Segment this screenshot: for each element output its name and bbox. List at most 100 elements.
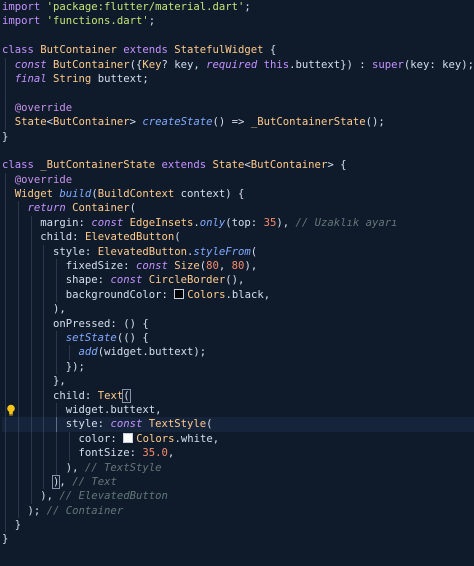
code-token: String [53, 72, 98, 85]
code-line[interactable]: }); [2, 359, 474, 375]
code-line[interactable]: ), // Text [2, 474, 474, 490]
indent-guide [5, 100, 6, 116]
indent-guide [5, 446, 6, 461]
indent-guide [5, 172, 6, 188]
code-line[interactable]: widget.buttext, [2, 402, 474, 418]
code-token: // Uzaklık ayarı [295, 216, 398, 229]
code-token: () { [123, 317, 149, 330]
code-token: 'package:flutter/material.dart' [46, 1, 245, 13]
code-token: // ElevatedButton [59, 490, 168, 503]
indent-guide [17, 287, 19, 303]
color-swatch-icon[interactable] [123, 432, 134, 443]
indent-guide [43, 388, 45, 403]
code-line[interactable] [2, 29, 474, 43]
indent-guide [56, 330, 58, 346]
code-line[interactable]: ), // ElevatedButton [2, 489, 474, 504]
indent-guide [5, 503, 6, 519]
code-line[interactable]: class _ButContainerState extends State<B… [2, 158, 474, 172]
indent-guide [17, 489, 19, 504]
indent-guide [43, 417, 45, 432]
code-token: styleFrom [193, 245, 251, 258]
code-token: ( [122, 388, 131, 403]
code-line[interactable]: add(widget.buttext); [2, 345, 474, 360]
code-line[interactable]: child: ElevatedButton( [2, 230, 474, 245]
code-token: ), [53, 303, 66, 316]
code-line[interactable] [2, 86, 474, 101]
indent-guide [43, 244, 45, 260]
code-token: 80 [231, 260, 245, 273]
code-line[interactable]: shape: const CircleBorder(), [2, 273, 474, 288]
indent-guide [43, 359, 45, 375]
code-line[interactable] [2, 144, 474, 158]
code-line[interactable]: fontSize: 35.0, [2, 446, 474, 461]
code-token: > [129, 116, 143, 129]
code-line[interactable]: State<ButContainer> createState() => _Bu… [2, 115, 474, 130]
code-line[interactable]: ); // Container [2, 503, 474, 519]
code-token: build [59, 188, 92, 201]
indent-guide [30, 402, 32, 418]
indent-guide [56, 259, 58, 274]
code-token: ButContainer [53, 58, 130, 71]
code-area[interactable]: import 'package:flutter/material.dart'; i… [2, 0, 474, 547]
code-token: , [193, 58, 207, 71]
code-line[interactable]: style: const TextStyle( [2, 417, 474, 432]
code-line[interactable]: fixedSize: const Size(80, 80), [2, 259, 474, 274]
code-line[interactable]: @override [2, 172, 474, 188]
indent-guide [17, 316, 19, 331]
code-line[interactable]: return Container( [2, 201, 474, 216]
code-line[interactable]: ), [2, 302, 474, 317]
indent-guide [56, 273, 58, 288]
indent-guide [68, 431, 70, 447]
code-line[interactable]: child: Text( [2, 388, 474, 403]
indent-guide [56, 446, 58, 461]
color-swatch-icon[interactable] [174, 288, 185, 299]
indent-guide [17, 374, 19, 389]
code-token: , [167, 447, 175, 460]
code-editor[interactable]: import 'package:flutter/material.dart'; i… [0, 0, 474, 566]
indent-guide [5, 330, 6, 346]
code-token: only [199, 216, 226, 229]
code-line[interactable]: final String buttext; [2, 71, 474, 87]
indent-guide [43, 345, 45, 360]
code-line[interactable]: backgroundColor: Colors.black, [2, 287, 474, 303]
indent-guide [5, 316, 6, 331]
code-line[interactable]: }, [2, 374, 474, 389]
code-line[interactable]: import 'functions.dart'; [2, 14, 474, 28]
indent-guide [30, 460, 32, 475]
code-token: 35 [263, 216, 277, 229]
code-token: createState [142, 116, 213, 129]
code-line[interactable]: class ButContainer extends StatefulWidge… [2, 43, 474, 57]
code-line[interactable]: import 'package:flutter/material.dart'; [2, 0, 474, 14]
indent-guide [17, 244, 19, 260]
lightbulb-icon[interactable] [6, 404, 16, 416]
code-token: .white, [174, 432, 220, 445]
code-line[interactable]: Widget build(BuildContext context) { [2, 187, 474, 202]
code-token: extends [123, 44, 175, 57]
indent-guide [30, 374, 32, 389]
code-line[interactable]: color: Colors.white, [2, 431, 474, 447]
code-line[interactable]: @override [2, 100, 474, 116]
code-token: ElevatedButton [97, 245, 187, 258]
code-line[interactable]: setState(() { [2, 330, 474, 346]
indent-guide [56, 287, 58, 303]
code-line[interactable]: ), // TextStyle [2, 460, 474, 475]
indent-guide [43, 316, 45, 331]
code-line[interactable]: } [2, 532, 474, 546]
indent-guide [30, 359, 32, 375]
code-token: ( [250, 245, 258, 258]
code-line[interactable]: margin: const EdgeInsets.only(top: 35), … [2, 215, 474, 231]
code-line[interactable]: style: ElevatedButton.styleFrom( [2, 244, 474, 260]
indent-guide [5, 302, 6, 317]
code-line[interactable]: onPressed: () { [2, 316, 474, 331]
code-line[interactable]: const ButContainer({Key? key, required t… [2, 57, 474, 72]
indent-guide [30, 417, 32, 432]
code-line[interactable]: } [2, 518, 474, 533]
code-line[interactable]: } [2, 130, 474, 144]
indent-guide [43, 402, 45, 418]
